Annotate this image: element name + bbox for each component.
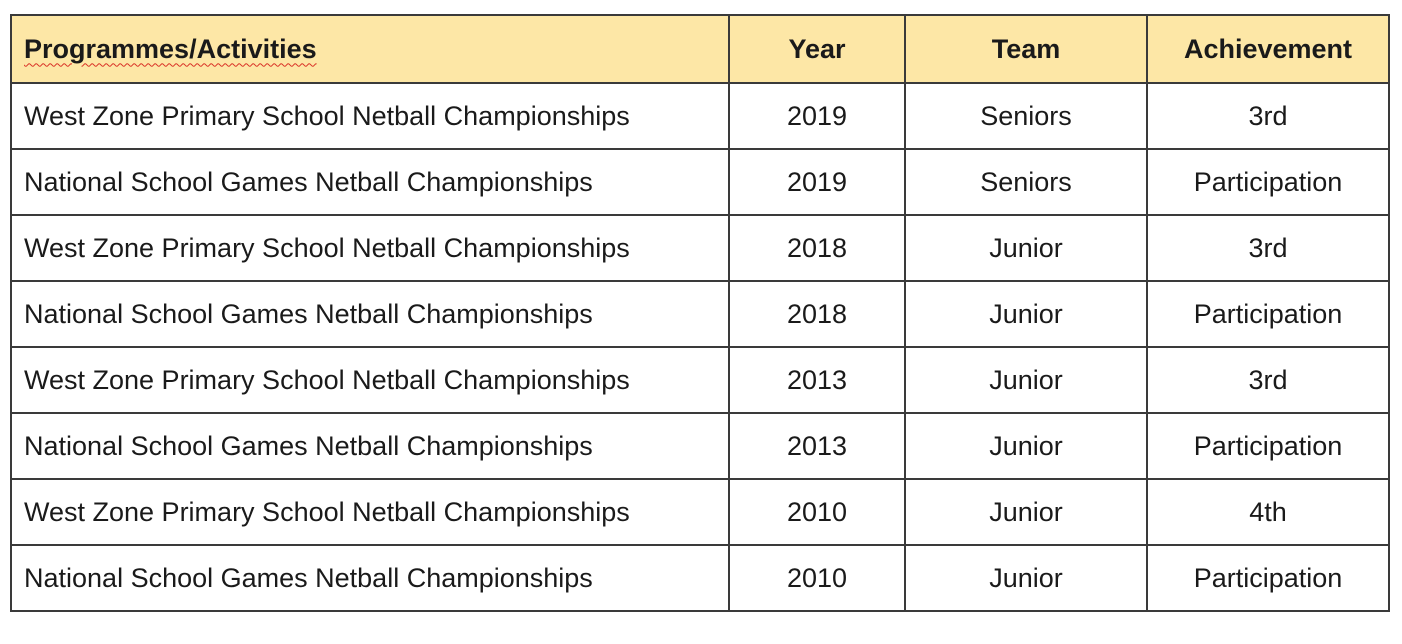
achievement-cell: Participation	[1146, 412, 1390, 480]
achievement-cell: 3rd	[1146, 214, 1390, 282]
year-cell: 2019	[728, 82, 906, 150]
year-cell: 2010	[728, 478, 906, 546]
programme-cell: West Zone Primary School Netball Champio…	[10, 346, 730, 414]
column-header-year: Year	[728, 14, 906, 84]
achievement-cell: 4th	[1146, 478, 1390, 546]
programme-cell: National School Games Netball Championsh…	[10, 544, 730, 612]
table-row: West Zone Primary School Netball Champio…	[10, 346, 1390, 414]
year-cell: 2018	[728, 280, 906, 348]
team-cell: Junior	[904, 280, 1148, 348]
programme-cell: National School Games Netball Championsh…	[10, 412, 730, 480]
team-cell: Junior	[904, 346, 1148, 414]
programme-cell: West Zone Primary School Netball Champio…	[10, 478, 730, 546]
achievements-table: Programmes/Activities Year Team Achievem…	[10, 14, 1390, 612]
team-cell: Seniors	[904, 148, 1148, 216]
programme-cell: West Zone Primary School Netball Champio…	[10, 82, 730, 150]
table-header-row: Programmes/Activities Year Team Achievem…	[10, 14, 1390, 84]
achievement-cell: Participation	[1146, 148, 1390, 216]
year-cell: 2018	[728, 214, 906, 282]
achievement-cell: 3rd	[1146, 82, 1390, 150]
team-cell: Junior	[904, 412, 1148, 480]
column-header-team: Team	[904, 14, 1148, 84]
column-header-achievement: Achievement	[1146, 14, 1390, 84]
table-row: National School Games Netball Championsh…	[10, 280, 1390, 348]
table-row: National School Games Netball Championsh…	[10, 148, 1390, 216]
programme-cell: National School Games Netball Championsh…	[10, 148, 730, 216]
achievement-cell: 3rd	[1146, 346, 1390, 414]
team-cell: Junior	[904, 544, 1148, 612]
year-cell: 2010	[728, 544, 906, 612]
year-cell: 2013	[728, 346, 906, 414]
programme-cell: National School Games Netball Championsh…	[10, 280, 730, 348]
achievement-cell: Participation	[1146, 544, 1390, 612]
achievements-table-container: Programmes/Activities Year Team Achievem…	[10, 14, 1390, 612]
column-header-programmes: Programmes/Activities	[10, 14, 730, 84]
table-row: West Zone Primary School Netball Champio…	[10, 82, 1390, 150]
achievement-cell: Participation	[1146, 280, 1390, 348]
table-row: National School Games Netball Championsh…	[10, 412, 1390, 480]
team-cell: Seniors	[904, 82, 1148, 150]
team-cell: Junior	[904, 478, 1148, 546]
year-cell: 2019	[728, 148, 906, 216]
year-cell: 2013	[728, 412, 906, 480]
table-row: West Zone Primary School Netball Champio…	[10, 478, 1390, 546]
programme-cell: West Zone Primary School Netball Champio…	[10, 214, 730, 282]
table-row: West Zone Primary School Netball Champio…	[10, 214, 1390, 282]
table-row: National School Games Netball Championsh…	[10, 544, 1390, 612]
team-cell: Junior	[904, 214, 1148, 282]
